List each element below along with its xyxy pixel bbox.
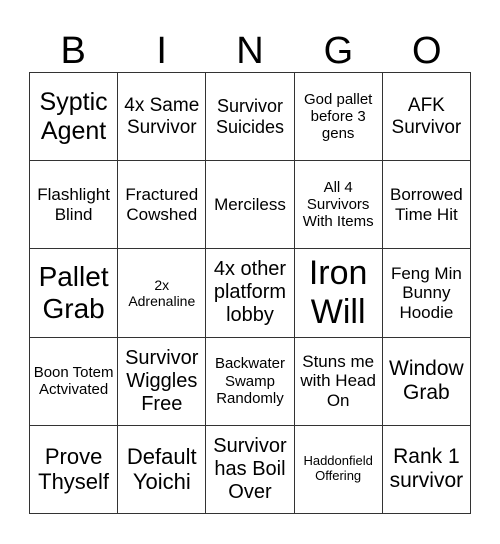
bingo-cell[interactable]: Stuns me with Head On bbox=[293, 336, 383, 426]
bingo-cell[interactable]: Default Yoichi bbox=[117, 424, 207, 515]
bingo-cell[interactable]: Syptic Agent bbox=[28, 71, 119, 162]
bingo-cell[interactable]: Rank 1 survivor bbox=[381, 424, 472, 515]
bingo-cell[interactable]: Survivor has Boil Over bbox=[205, 424, 295, 515]
header-letter-i: I bbox=[156, 30, 167, 72]
bingo-row: Flashlight Blind Fractured Cowshed Mercile… bbox=[28, 160, 472, 250]
bingo-grid: Syptic Agent 4x Same Survivor Survivor Sui… bbox=[28, 71, 472, 515]
bingo-cell[interactable]: 2x Adrenaline bbox=[117, 248, 207, 338]
header-letter-o: O bbox=[412, 30, 442, 72]
bingo-cell[interactable]: All 4 Survivors With Items bbox=[293, 160, 383, 250]
header-letter-g: G bbox=[323, 30, 354, 72]
bingo-row: Prove Thyself Default Yoichi Survivor has … bbox=[28, 424, 472, 515]
bingo-cell[interactable]: AFK Survivor bbox=[381, 71, 472, 162]
bingo-cell[interactable]: Prove Thyself bbox=[28, 424, 119, 515]
bingo-cell[interactable]: Fractured Cowshed bbox=[117, 160, 207, 250]
bingo-cell[interactable]: Feng Min Bunny Hoodie bbox=[381, 248, 472, 338]
bingo-cell[interactable]: Iron Will bbox=[293, 248, 383, 338]
bingo-cell[interactable]: Merciless bbox=[205, 160, 295, 250]
bingo-cell[interactable]: Flashlight Blind bbox=[28, 160, 119, 250]
bingo-cell[interactable]: Borrowed Time Hit bbox=[381, 160, 472, 250]
bingo-cell[interactable]: Boon Totem Actvivated bbox=[28, 336, 119, 426]
bingo-cell[interactable]: Haddonfield Offering bbox=[293, 424, 383, 515]
bingo-cell[interactable]: Survivor Wiggles Free bbox=[117, 336, 207, 426]
bingo-row: Syptic Agent 4x Same Survivor Survivor Sui… bbox=[28, 71, 472, 162]
header-letter-n: N bbox=[236, 30, 264, 72]
bingo-cell[interactable]: God pallet before 3 gens bbox=[293, 71, 383, 162]
bingo-row: Boon Totem Actvivated Survivor Wiggles Fr… bbox=[28, 336, 472, 426]
bingo-cell[interactable]: Pallet Grab bbox=[28, 248, 119, 338]
bingo-cell[interactable]: Backwater Swamp Randomly bbox=[205, 336, 295, 426]
bingo-cell[interactable]: 4x Same Survivor bbox=[117, 71, 207, 162]
bingo-row: Pallet Grab 2x Adrenaline 4x other platfor… bbox=[28, 248, 472, 338]
bingo-cell[interactable]: Window Grab bbox=[381, 336, 472, 426]
bingo-cell[interactable]: 4x other platform lobby bbox=[205, 248, 295, 338]
bingo-header: B I N G O bbox=[29, 30, 471, 72]
header-letter-b: B bbox=[60, 30, 86, 72]
bingo-cell[interactable]: Survivor Suicides bbox=[205, 71, 295, 162]
